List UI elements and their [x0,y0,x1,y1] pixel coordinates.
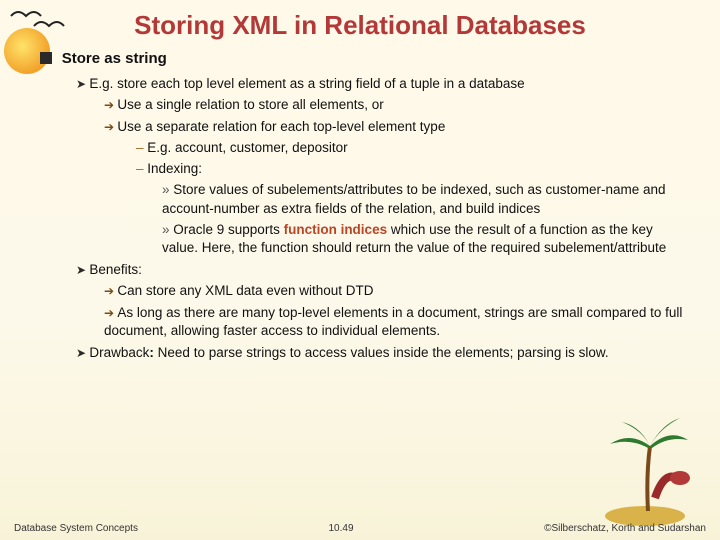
bullet-l3-separate-relation: Use a separate relation for each top-lev… [104,118,690,136]
bullet-l2-benefits: Benefits: [76,261,690,279]
l1-text: Store as string [62,50,167,67]
palm-tree-icon [600,416,690,526]
bullet-l3-single-relation: Use a single relation to store all eleme… [104,96,690,114]
bullet-l2-eg-store: E.g. store each top level element as a s… [76,75,690,93]
footer-right: ©Silberschatz, Korth and Sudarshan [544,523,706,534]
bullet-l4-indexing: Indexing: [136,160,690,178]
bullet-l2-drawback: Drawback: Need to parse strings to acces… [76,344,690,362]
drawback-label: Drawback [89,345,149,360]
footer-left: Database System Concepts [14,523,138,534]
bullet-l3-benefit-any-xml: Can store any XML data even without DTD [104,282,690,300]
slide-footer: Database System Concepts 10.49 ©Silbersc… [0,523,720,534]
bullet-l5-oracle9: Oracle 9 supports function indices which… [162,221,690,257]
square-bullet-icon [40,52,52,64]
drawback-colon: : [149,345,157,360]
l5b-pre: Oracle 9 supports [173,222,283,237]
birds-icon [6,6,76,36]
bullet-l4-examples: E.g. account, customer, depositor [136,139,690,157]
bullet-l5-store-values: Store values of subelements/attributes t… [162,181,690,217]
drawback-text: Need to parse strings to access values i… [158,345,609,360]
slide-title: Storing XML in Relational Databases [0,0,720,49]
footer-center: 10.49 [329,523,354,534]
function-indices-term: function indices [284,222,388,237]
slide-body: Store as string E.g. store each top leve… [0,49,720,362]
bullet-l3-benefit-small-strings: As long as there are many top-level elem… [104,304,690,340]
bullet-l1-store-as-string: Store as string [40,49,690,69]
